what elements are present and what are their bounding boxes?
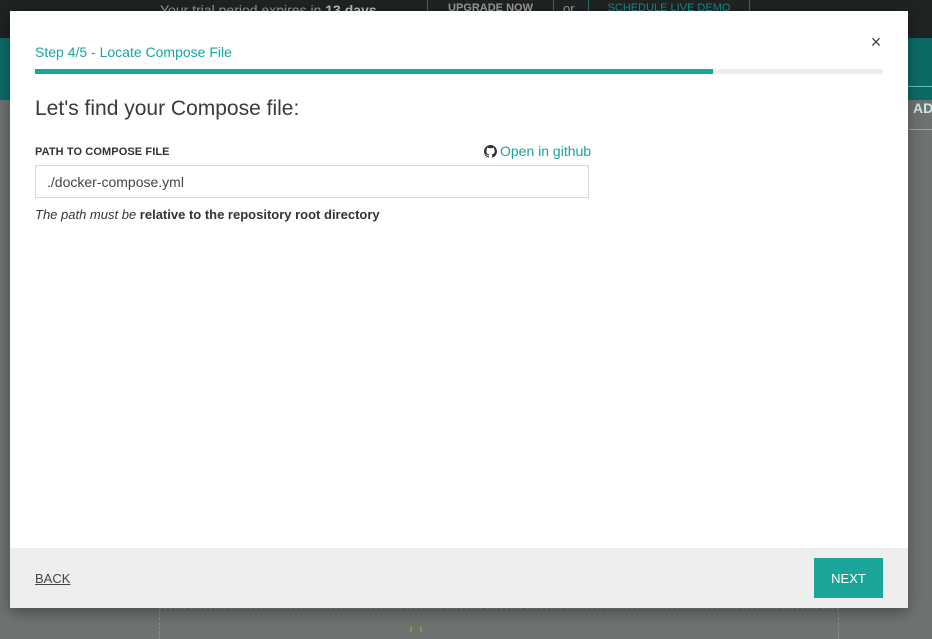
back-button[interactable]: BACK [35,571,70,586]
next-button[interactable]: NEXT [814,558,883,598]
page-title: Let's find your Compose file: [35,97,300,120]
path-field-label: PATH TO COMPOSE FILE [35,146,170,158]
path-hint-italic: The path must be [35,207,137,222]
path-hint: The path must be relative to the reposit… [35,207,380,222]
header-add-button[interactable]: AD [906,86,932,130]
path-hint-bold: relative to the repository root director… [139,207,380,222]
modal-footer: BACK NEXT [10,548,908,608]
progress-bar-fill [35,69,714,74]
background-card [159,608,839,639]
open-in-github-link[interactable]: Open in github [484,143,591,159]
open-in-github-label: Open in github [500,143,592,159]
progress-bar [35,69,883,74]
close-icon[interactable]: × [867,33,885,51]
locate-compose-file-modal: Step 4/5 - Locate Compose File × Let's f… [10,11,908,608]
github-icon [484,144,497,158]
compose-path-input[interactable] [35,165,589,198]
step-title: Step 4/5 - Locate Compose File [35,44,232,60]
background-marker [410,626,422,632]
